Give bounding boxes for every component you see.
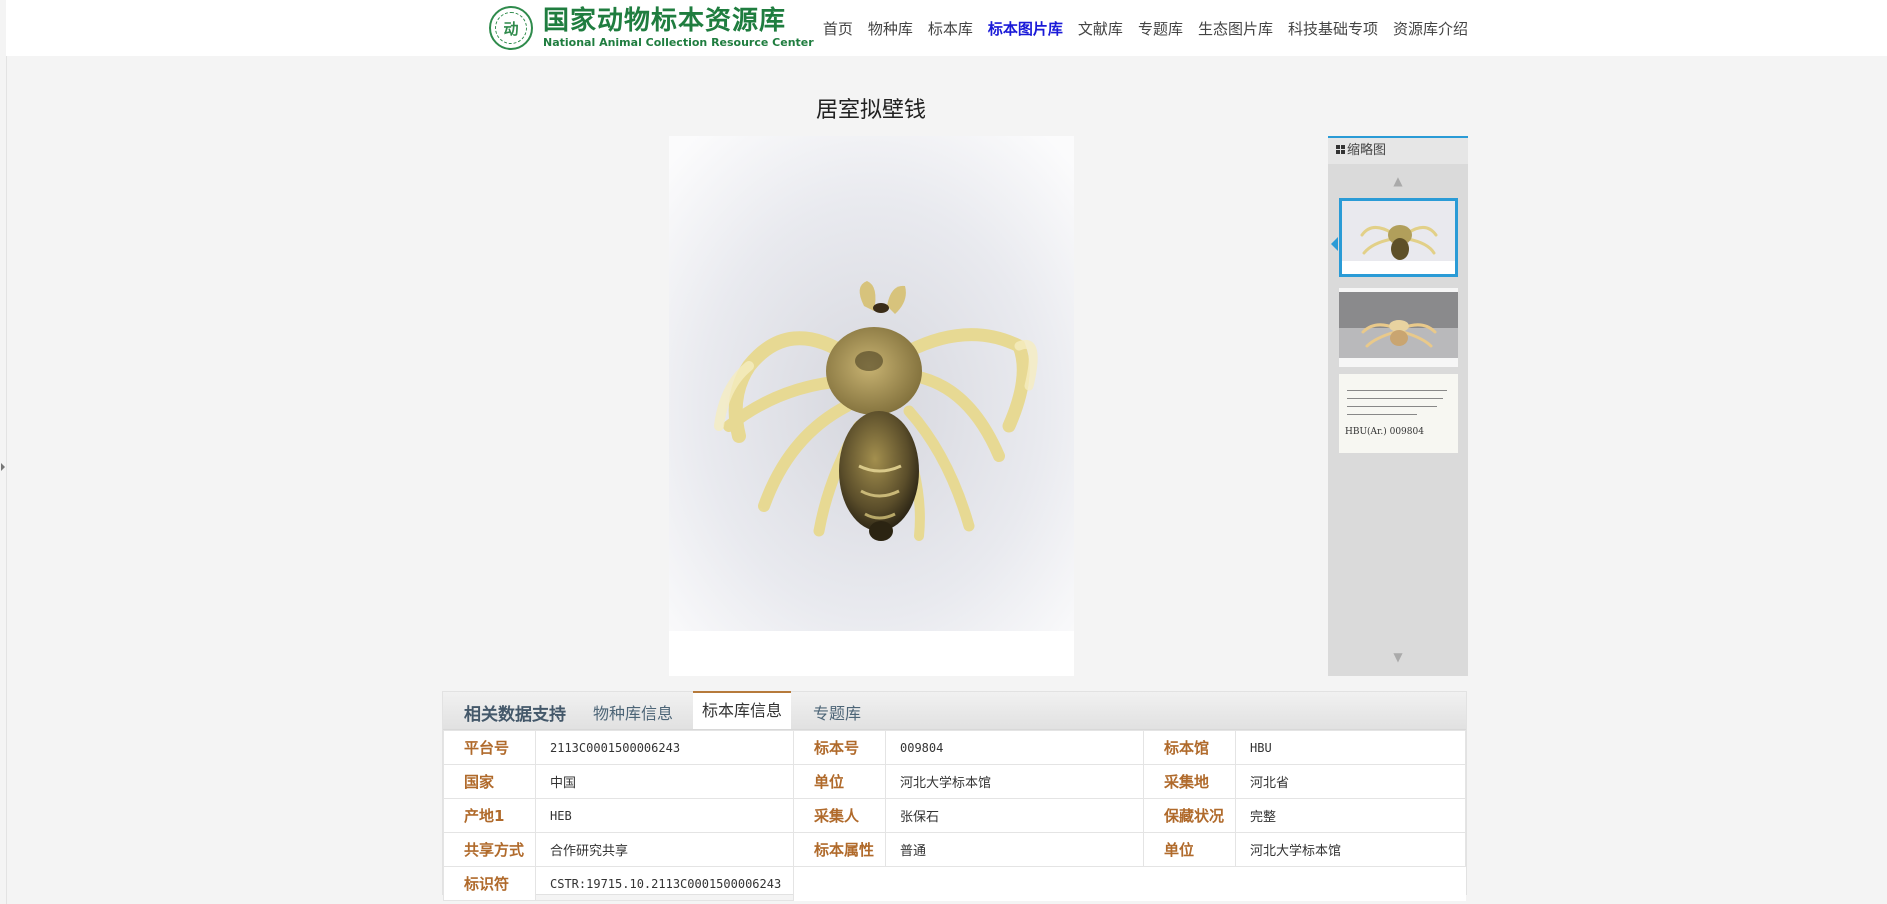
field-value: 009804 (885, 730, 1144, 765)
specimen-main-image[interactable] (669, 136, 1074, 676)
field-key: 标本号 (793, 730, 886, 765)
main-nav: 首页 物种库 标本库 标本图片库 文献库 专题库 生态图片库 科技基础专项 资源… (808, 18, 1468, 39)
selected-pointer-icon (1331, 237, 1338, 251)
field-value: 合作研究共享 (535, 832, 794, 867)
page-title: 居室拟壁钱 (815, 98, 926, 123)
field-key: 保藏状况 (1143, 798, 1236, 833)
table-row: 共享方式 合作研究共享 标本属性 普通 单位 河北大学标本馆 (443, 832, 1466, 867)
expand-arrow-icon[interactable] (1, 463, 5, 471)
nav-home[interactable]: 首页 (823, 18, 853, 39)
field-key: 标本属性 (793, 832, 886, 867)
site-logo[interactable]: 动 国家动物标本资源库 National Animal Collection R… (489, 3, 814, 53)
left-edge-bar (0, 0, 7, 904)
table-row: 国家 中国 单位 河北大学标本馆 采集地 河北省 (443, 764, 1466, 799)
thumbnail-panel: 缩略图 ▲ HBU(Ar.) 009804 ▼ (1328, 136, 1468, 676)
table-row: 标识符 CSTR:19715.10.2113C0001500006243 (443, 866, 1466, 901)
emblem-icon: 动 (489, 6, 533, 50)
field-key: 采集人 (793, 798, 886, 833)
field-key: 单位 (1143, 832, 1236, 867)
field-value: 完整 (1235, 798, 1466, 833)
field-value: 河北省 (1235, 764, 1466, 799)
thumbnail-panel-header: 缩略图 (1328, 138, 1468, 164)
tab-topics[interactable]: 专题库 (813, 700, 861, 724)
chevron-down-icon: ▼ (1393, 650, 1403, 664)
field-value: 中国 (535, 764, 794, 799)
field-key: 标本馆 (1143, 730, 1236, 765)
label-code-text: HBU(Ar.) 009804 (1345, 427, 1424, 437)
field-key: 产地1 (443, 798, 536, 833)
nav-species[interactable]: 物种库 (868, 18, 913, 39)
field-value: CSTR:19715.10.2113C0001500006243 (535, 866, 794, 901)
field-key: 单位 (793, 764, 886, 799)
chevron-up-icon: ▲ (1393, 174, 1403, 188)
field-value: HBU (1235, 730, 1466, 765)
nav-specimens[interactable]: 标本库 (928, 18, 973, 39)
thumbnail-2[interactable] (1339, 288, 1458, 367)
field-value: 河北大学标本馆 (1235, 832, 1466, 867)
thumbnail-3[interactable]: HBU(Ar.) 009804 (1339, 374, 1458, 453)
nav-special-projects[interactable]: 科技基础专项 (1288, 18, 1378, 39)
specimen-label-image: HBU(Ar.) 009804 (1339, 374, 1458, 453)
thumbnail-1[interactable] (1339, 198, 1458, 277)
specimen-info-table: 平台号 2113C0001500006243 标本号 009804 标本馆 HB… (443, 730, 1466, 901)
field-value: 普通 (885, 832, 1144, 867)
field-key: 采集地 (1143, 764, 1236, 799)
thumbnail-panel-title: 缩略图 (1347, 143, 1387, 158)
field-value: HEB (535, 798, 794, 833)
nav-eco-images[interactable]: 生态图片库 (1198, 18, 1273, 39)
table-row: 平台号 2113C0001500006243 标本号 009804 标本馆 HB… (443, 730, 1466, 765)
nav-literature[interactable]: 文献库 (1078, 18, 1123, 39)
table-row: 产地1 HEB 采集人 张保石 保藏状况 完整 (443, 798, 1466, 833)
field-key: 标识符 (443, 866, 536, 901)
field-value: 2113C0001500006243 (535, 730, 794, 765)
field-value: 河北大学标本馆 (885, 764, 1144, 799)
info-tabs: 相关数据支持 物种库信息 标本库信息 专题库 (443, 691, 1466, 730)
scroll-down-button[interactable]: ▼ (1328, 650, 1468, 670)
site-header: 动 国家动物标本资源库 National Animal Collection R… (6, 0, 1887, 56)
nav-topics[interactable]: 专题库 (1138, 18, 1183, 39)
nav-specimen-images[interactable]: 标本图片库 (988, 18, 1063, 39)
grid-icon (1336, 145, 1345, 154)
tab-species-info[interactable]: 物种库信息 (593, 700, 673, 724)
field-value: 张保石 (885, 798, 1144, 833)
logo-title-en: National Animal Collection Resource Cent… (543, 36, 814, 49)
logo-title-cn: 国家动物标本资源库 (543, 6, 787, 36)
field-key: 国家 (443, 764, 536, 799)
tabs-heading: 相关数据支持 (464, 705, 566, 725)
tab-specimen-info[interactable]: 标本库信息 (693, 691, 792, 729)
nav-about[interactable]: 资源库介绍 (1393, 18, 1468, 39)
field-key: 平台号 (443, 730, 536, 765)
related-data-panel: 相关数据支持 物种库信息 标本库信息 专题库 平台号 2113C00015000… (442, 691, 1467, 901)
field-key: 共享方式 (443, 832, 536, 867)
scroll-up-button[interactable]: ▲ (1328, 174, 1468, 194)
